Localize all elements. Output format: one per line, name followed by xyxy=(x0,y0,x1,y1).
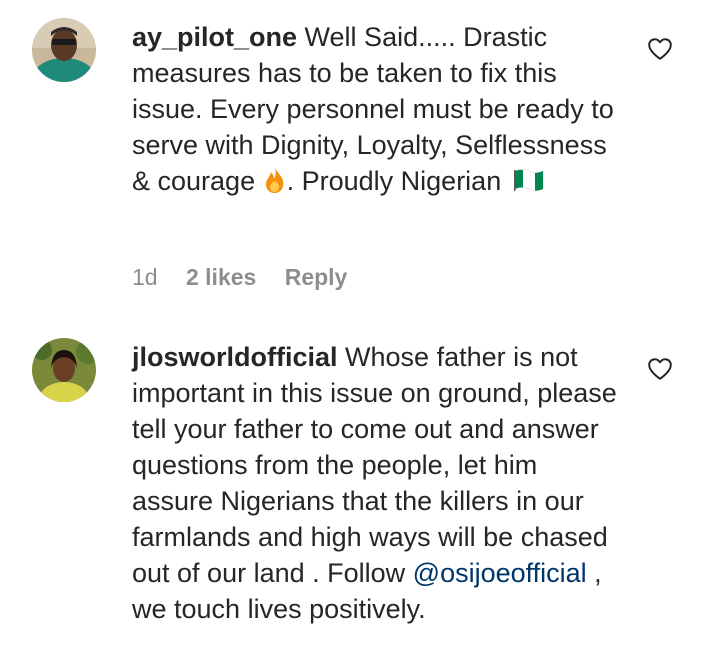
mention-link[interactable]: @osijoeofficial xyxy=(413,558,587,588)
avatar[interactable] xyxy=(32,18,96,82)
reply-button[interactable]: Reply xyxy=(285,264,348,290)
nigeria-flag-icon xyxy=(513,165,545,191)
comment-text: ay_pilot_one Well Said..... Drastic meas… xyxy=(132,19,622,199)
fire-icon xyxy=(263,166,287,194)
comment-2: jlosworldofficial Whose father is not im… xyxy=(0,320,720,657)
comment-username[interactable]: jlosworldofficial xyxy=(132,342,338,372)
comment-1: ay_pilot_one Well Said..... Drastic meas… xyxy=(0,0,720,320)
like-heart-icon[interactable] xyxy=(647,36,673,62)
like-heart-icon[interactable] xyxy=(647,356,673,382)
comment-meta: 1d 2 likes Reply xyxy=(132,264,369,291)
avatar[interactable] xyxy=(32,338,96,402)
likes-count[interactable]: 2 likes xyxy=(186,264,256,290)
comment-text: jlosworldofficial Whose father is not im… xyxy=(132,339,622,627)
comment-body-part2: . Proudly Nigerian xyxy=(286,166,502,196)
comment-body-part1: Whose father is not important in this is… xyxy=(132,342,617,588)
comment-time: 1d xyxy=(132,264,158,290)
comment-username[interactable]: ay_pilot_one xyxy=(132,22,297,52)
